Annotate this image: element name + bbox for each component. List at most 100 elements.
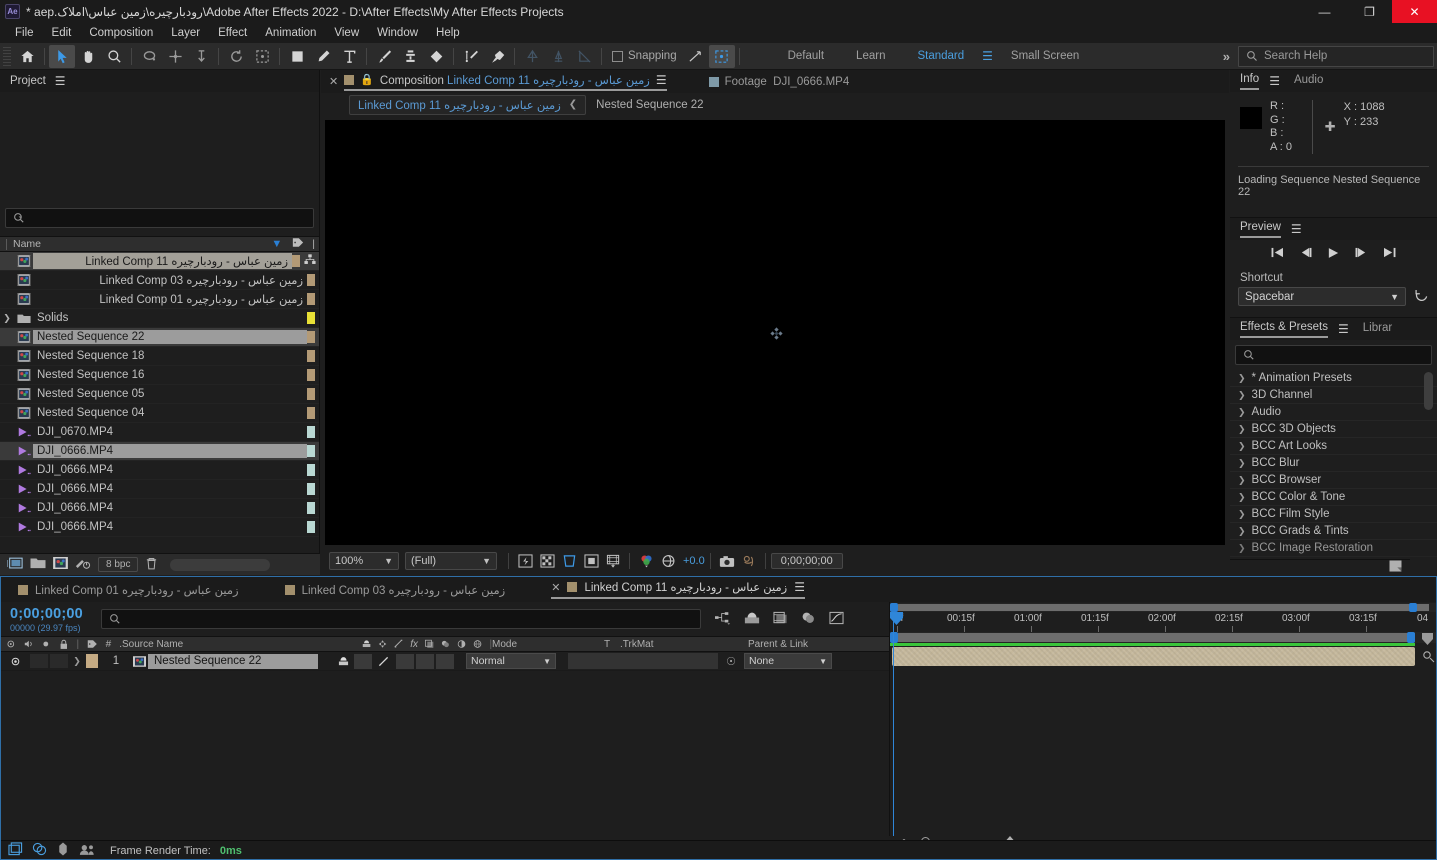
layer-disclosure-icon[interactable]: ❯ [68, 652, 86, 671]
column-header-source-name[interactable]: Source Name [122, 639, 362, 650]
workspace-small-screen[interactable]: Small Screen [995, 50, 1095, 62]
column-header-trkmat[interactable]: .TrkMat [620, 639, 748, 650]
layer-parent-dropdown[interactable]: None ▼ [744, 653, 832, 669]
menu-layer[interactable]: Layer [162, 23, 209, 43]
sort-descending-icon[interactable]: ▼ [271, 238, 282, 250]
layer-quality-switch[interactable] [354, 653, 372, 669]
shape-tool-icon[interactable] [284, 45, 310, 68]
cinema4d-renderer-icon[interactable] [56, 842, 70, 859]
proportional-grid-icon[interactable] [580, 551, 602, 571]
magnification-dropdown[interactable]: 100% ▼ [329, 552, 399, 570]
resolution-dropdown[interactable]: (Full) ▼ [405, 552, 497, 570]
preview-panel-menu-icon[interactable]: ☰ [1291, 222, 1302, 236]
layer-fx-switch[interactable] [396, 653, 414, 669]
effects-category-row[interactable]: ❯ BCC Blur [1230, 455, 1437, 472]
stretch-handle-icon[interactable] [1421, 633, 1434, 648]
breadcrumb-current-comp[interactable]: زمین عباس - رودبارچیره Linked Comp 11 ❮ [349, 94, 587, 115]
effects-category-row[interactable]: ❯ BCC Color & Tone [1230, 489, 1437, 506]
menu-composition[interactable]: Composition [80, 23, 162, 43]
roto-brush-tool-icon[interactable] [458, 45, 484, 68]
label-color-swatch[interactable] [307, 464, 315, 476]
text-tool-icon[interactable] [336, 45, 362, 68]
project-item-row[interactable]: DJI_0666.MP4 [0, 480, 319, 499]
project-item-row[interactable]: DJI_0666.MP4 [0, 442, 319, 461]
menu-animation[interactable]: Animation [256, 23, 325, 43]
comp-flowchart-icon[interactable] [602, 551, 624, 571]
new-folder-icon[interactable] [30, 557, 46, 572]
layer-shy-switch[interactable] [332, 652, 354, 671]
label-color-swatch[interactable] [292, 255, 300, 267]
column-header-t[interactable]: T [604, 639, 620, 650]
project-search-input[interactable] [5, 208, 314, 228]
project-item-row[interactable]: Nested Sequence 18 [0, 347, 319, 366]
anchor-point-tool-icon[interactable] [188, 45, 214, 68]
label-color-swatch[interactable] [307, 274, 315, 286]
hand-tool-icon[interactable] [75, 45, 101, 68]
transparency-grid-icon[interactable] [536, 551, 558, 571]
label-color-swatch[interactable] [307, 483, 315, 495]
chevron-right-icon[interactable]: ❯ [1238, 526, 1246, 537]
channel-selector-icon[interactable] [635, 551, 657, 571]
pen-tool-icon[interactable] [310, 45, 336, 68]
workspace-overflow-icon[interactable]: » [1223, 49, 1230, 64]
enable-motion-blur-icon[interactable] [801, 611, 816, 628]
composition-panel-menu-icon[interactable]: ☰ [656, 73, 667, 87]
chevron-right-icon[interactable]: ❯ [1238, 509, 1246, 520]
project-item-row[interactable]: Nested Sequence 16 [0, 366, 319, 385]
time-ruler[interactable]: 0f 00:15f 01:00f 01:15f 02:00f 02:15f 03… [890, 612, 1437, 632]
work-area-start-handle-2[interactable] [890, 632, 898, 643]
tab-composition[interactable]: 🔒 Composition زمین عباس - رودبارچیره Lin… [344, 73, 667, 91]
effects-category-row[interactable]: ❯ BCC Image Restoration [1230, 540, 1437, 557]
region-of-interest-toggle-icon[interactable] [558, 551, 580, 571]
work-area-start-handle[interactable] [890, 603, 898, 612]
disclosure-triangle-icon[interactable]: ❯ [0, 313, 14, 324]
label-color-swatch[interactable] [307, 388, 315, 400]
workspace-menu-icon[interactable]: ☰ [980, 49, 995, 63]
search-help-field[interactable]: Search Help [1238, 45, 1434, 67]
layer-label-color[interactable] [86, 652, 102, 671]
column-header-mode[interactable]: Mode [492, 639, 604, 650]
project-item-row[interactable]: Nested Sequence 05 [0, 385, 319, 404]
new-folder-icon[interactable] [1389, 560, 1402, 575]
composition-mini-flowchart-icon[interactable] [714, 611, 731, 628]
composition-mini-flowchart-status-icon[interactable] [32, 842, 47, 859]
selection-tool-icon[interactable] [49, 44, 75, 68]
fast-previews-icon[interactable] [514, 551, 536, 571]
playhead-marker[interactable] [890, 612, 903, 628]
project-item-row[interactable]: DJI_0666.MP4 [0, 518, 319, 537]
column-header-name[interactable]: Name [13, 238, 271, 250]
shortcut-dropdown[interactable]: Spacebar ▼ [1238, 287, 1406, 306]
region-of-interest-icon[interactable] [249, 45, 275, 68]
project-settings-icon[interactable] [75, 557, 91, 573]
brush-tool-icon[interactable] [371, 45, 397, 68]
tab-audio[interactable]: Audio [1294, 74, 1323, 89]
parent-pickwhip-icon[interactable]: ☉ [718, 652, 744, 671]
close-tab-icon[interactable]: ✕ [551, 581, 560, 594]
layer-trkmat-field[interactable] [568, 653, 718, 669]
project-panel-menu-icon[interactable]: ☰ [55, 74, 66, 88]
previous-frame-icon[interactable] [1299, 247, 1312, 261]
puppet-pin-tool-icon[interactable] [484, 45, 510, 68]
maximize-button[interactable]: ❐ [1347, 0, 1392, 23]
render-queue-icon[interactable] [8, 842, 23, 859]
work-area-end-handle[interactable] [1409, 603, 1417, 612]
layer-frameblend-switch[interactable] [416, 653, 434, 669]
snapping-control[interactable]: Snapping [606, 50, 683, 62]
chevron-right-icon[interactable]: ❯ [1238, 492, 1246, 503]
new-composition-icon[interactable] [53, 557, 68, 572]
project-item-row[interactable]: Nested Sequence 04 [0, 404, 319, 423]
project-item-row[interactable]: زمین عباس - رودبارچیره Linked Comp 11 [0, 252, 319, 271]
effects-category-row[interactable]: ❯ BCC Film Style [1230, 506, 1437, 523]
timeline-search-input[interactable] [100, 609, 701, 629]
pan-behind-tool-icon[interactable] [162, 45, 188, 68]
label-color-swatch[interactable] [307, 502, 315, 514]
timeline-panel-menu-icon[interactable]: ☰ [794, 580, 805, 594]
menu-help[interactable]: Help [427, 23, 469, 43]
align-left-icon[interactable] [519, 45, 545, 68]
zoom-tool-icon[interactable] [101, 45, 127, 68]
project-footer-scroll[interactable] [170, 558, 271, 571]
chevron-right-icon[interactable]: ❯ [1238, 424, 1246, 435]
align-right-icon[interactable] [571, 45, 597, 68]
label-color-swatch[interactable] [307, 521, 315, 533]
timeline-tab[interactable]: زمین عباس - رودبارچیره Linked Comp 01 [18, 583, 239, 597]
